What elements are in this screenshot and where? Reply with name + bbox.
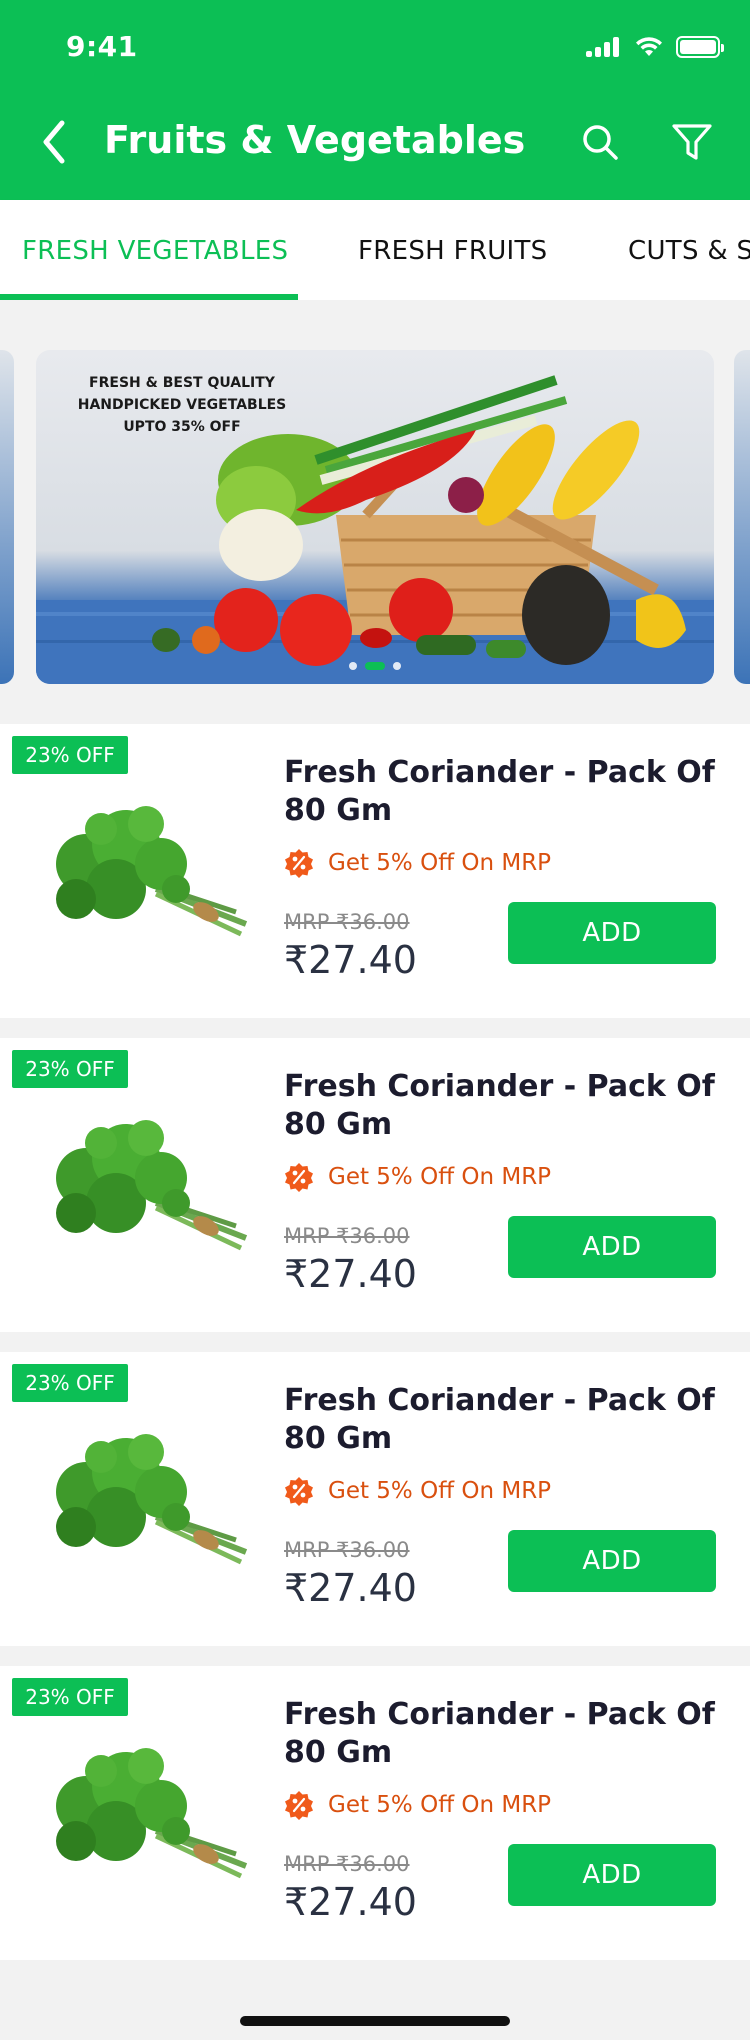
tab-fresh-vegetables[interactable]: FRESH VEGETABLES [22, 236, 288, 266]
page-title: Fruits & Vegetables [104, 118, 526, 162]
banner-promo-text: FRESH & BEST QUALITY HANDPICKED VEGETABL… [62, 372, 302, 438]
product-name[interactable]: Fresh Coriander - Pack Of 80 Gm [284, 754, 724, 830]
offer-text: Get 5% Off On MRP [328, 1164, 552, 1190]
discount-badge: 23% OFF [12, 1364, 128, 1402]
offer-row: Get 5% Off On MRP [284, 1790, 551, 1820]
back-button[interactable] [32, 114, 76, 170]
offer-row: Get 5% Off On MRP [284, 1162, 551, 1192]
add-button[interactable]: ADD [508, 1844, 716, 1906]
discount-tag-icon [285, 849, 313, 878]
discount-badge: 23% OFF [12, 1678, 128, 1716]
banner-carousel[interactable]: FRESH & BEST QUALITY HANDPICKED VEGETABL… [0, 300, 750, 720]
add-button[interactable]: ADD [508, 1530, 716, 1592]
product-name[interactable]: Fresh Coriander - Pack Of 80 Gm [284, 1696, 724, 1772]
banner-prev-peek[interactable] [0, 350, 14, 684]
wifi-icon [636, 37, 662, 56]
search-button[interactable] [572, 114, 628, 170]
coriander-image [56, 1120, 248, 1251]
offer-text: Get 5% Off On MRP [328, 1478, 552, 1504]
mrp-price: MRP ₹36.00 [284, 910, 410, 934]
product-card[interactable]: 23% OFF Fresh Coriander - Pack Of 80 Gm … [0, 1038, 750, 1332]
selling-price: ₹27.40 [284, 1566, 417, 1610]
filter-button[interactable] [664, 114, 720, 170]
product-name[interactable]: Fresh Coriander - Pack Of 80 Gm [284, 1382, 724, 1458]
product-card[interactable]: 23% OFF Fresh Coriander - Pack Of 80 Gm … [0, 1352, 750, 1646]
mrp-price: MRP ₹36.00 [284, 1852, 410, 1876]
tab-cuts-sprouts[interactable]: CUTS & SPROUTS [628, 236, 750, 266]
promo-line-1: FRESH & BEST QUALITY [89, 375, 275, 391]
battery-icon [676, 36, 724, 58]
tab-fresh-fruits[interactable]: FRESH FRUITS [358, 236, 547, 266]
nav-bar: Fruits & Vegetables [0, 100, 750, 184]
offer-row: Get 5% Off On MRP [284, 848, 551, 878]
home-indicator[interactable] [240, 2016, 510, 2026]
selling-price: ₹27.40 [284, 938, 417, 982]
category-tabs: FRESH VEGETABLES FRESH FRUITS CUTS & SPR… [0, 200, 750, 300]
discount-tag-icon [285, 1163, 313, 1192]
coriander-image [56, 1434, 248, 1565]
status-bar: 9:41 [0, 0, 750, 92]
coriander-image [56, 806, 248, 937]
coriander-image [56, 1748, 248, 1879]
offer-row: Get 5% Off On MRP [284, 1476, 551, 1506]
banner-next-peek[interactable] [734, 350, 750, 684]
offer-text: Get 5% Off On MRP [328, 850, 552, 876]
filter-icon [672, 124, 712, 160]
promo-line-2: HANDPICKED VEGETABLES [77, 397, 287, 413]
discount-badge: 23% OFF [12, 736, 128, 774]
status-time: 9:41 [66, 30, 138, 63]
add-button[interactable]: ADD [508, 1216, 716, 1278]
discount-badge: 23% OFF [12, 1050, 128, 1088]
discount-tag-icon [285, 1791, 313, 1820]
status-icons [586, 36, 724, 58]
cellular-signal-icon [586, 37, 622, 57]
mrp-price: MRP ₹36.00 [284, 1224, 410, 1248]
add-button[interactable]: ADD [508, 902, 716, 964]
product-card[interactable]: 23% OFF Fresh Coriander - Pack Of 80 Gm … [0, 724, 750, 1018]
product-name[interactable]: Fresh Coriander - Pack Of 80 Gm [284, 1068, 724, 1144]
banner-slide[interactable]: FRESH & BEST QUALITY HANDPICKED VEGETABL… [36, 350, 714, 684]
product-card[interactable]: 23% OFF Fresh Coriander - Pack Of 80 Gm … [0, 1666, 750, 1960]
selling-price: ₹27.40 [284, 1252, 417, 1296]
offer-text: Get 5% Off On MRP [328, 1792, 552, 1818]
app-header: 9:41 Fruits & Vegetables [0, 0, 750, 200]
carousel-dots [36, 662, 714, 670]
search-icon [583, 125, 618, 160]
promo-line-3: UPTO 35% OFF [123, 419, 241, 435]
discount-tag-icon [285, 1477, 313, 1506]
back-chevron-icon [43, 120, 65, 164]
carousel-dot[interactable] [349, 662, 357, 670]
carousel-dot[interactable] [393, 662, 401, 670]
selling-price: ₹27.40 [284, 1880, 417, 1924]
carousel-dot-active[interactable] [365, 662, 385, 670]
mrp-price: MRP ₹36.00 [284, 1538, 410, 1562]
